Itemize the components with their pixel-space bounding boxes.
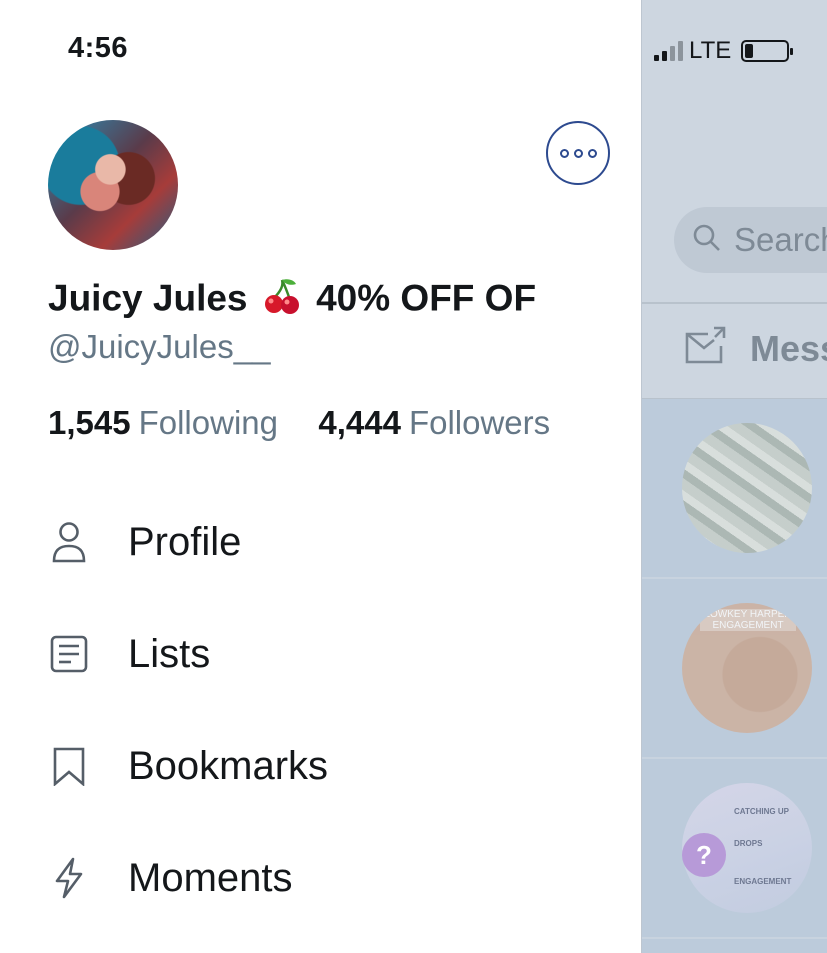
dot-icon [587, 148, 597, 158]
followers-count: 4,444 [318, 404, 401, 441]
list-item[interactable] [642, 399, 827, 579]
lightning-icon [48, 857, 90, 899]
dimmed-background-pane[interactable]: LTE Search Mess LOW [641, 0, 827, 953]
search-input[interactable]: Search [674, 207, 827, 273]
more-accounts-button[interactable] [546, 121, 610, 185]
dot-icon [559, 148, 569, 158]
menu-item-label: Bookmarks [128, 743, 329, 788]
messages-label: Mess [750, 327, 827, 369]
menu-item-profile[interactable]: Profile [48, 512, 241, 572]
following-label: Following [138, 404, 278, 441]
list-icon [48, 633, 90, 675]
menu-item-label: Moments [128, 855, 293, 900]
carrier-label: LTE [689, 37, 732, 64]
following-link[interactable]: 1,545 Following [48, 404, 278, 441]
display-name-suffix: 40% OFF OF [316, 277, 537, 319]
question-icon: ? [682, 833, 726, 877]
search-icon [692, 223, 722, 258]
cherry-emoji-icon [262, 276, 302, 325]
menu-item-lists[interactable]: Lists [48, 624, 210, 684]
messages-header[interactable]: Mess [684, 326, 827, 371]
person-icon [48, 521, 90, 563]
search-placeholder: Search [734, 221, 827, 258]
divider [642, 302, 827, 304]
new-message-icon [684, 326, 728, 371]
followers-link[interactable]: 4,444 Followers [318, 404, 550, 441]
display-name-text: Juicy Jules [48, 277, 248, 319]
display-name: Juicy Jules 40% OFF OF [48, 276, 536, 325]
status-indicators: LTE [654, 37, 794, 65]
dm-avatar: LOWKEY HARPER ENGAGEMENT [682, 603, 812, 733]
following-count: 1,545 [48, 404, 131, 441]
list-item[interactable]: LOWKEY HARPER ENGAGEMENT [642, 579, 827, 759]
dot-icon [573, 148, 583, 158]
signal-icon [654, 41, 683, 61]
preview-line: ENGAGEMENT [734, 877, 792, 886]
bookmark-icon [48, 745, 90, 787]
menu-item-label: Lists [128, 631, 211, 676]
followers-label: Followers [408, 404, 551, 441]
dm-list: LOWKEY HARPER ENGAGEMENT CATCHING UP DRO… [642, 399, 827, 953]
preview-caption: LOWKEY HARPER ENGAGEMENT [700, 609, 796, 631]
follow-stats: 1,545 Following 4,444 Followers [48, 404, 550, 442]
side-drawer: 4:56 Juicy Jules 40% OFF OF @JuicyJules_… [0, 0, 641, 953]
battery-icon [741, 40, 794, 62]
preview-line: CATCHING UP [734, 807, 789, 816]
user-handle: @JuicyJules__ [48, 328, 271, 365]
menu-item-moments[interactable]: Moments [48, 848, 293, 908]
status-time: 4:56 [68, 32, 129, 64]
menu-item-label: Profile [128, 519, 242, 564]
profile-avatar[interactable] [48, 120, 178, 250]
preview-line: DROPS [734, 839, 763, 848]
list-item[interactable]: CATCHING UP DROPS ENGAGEMENT ? [642, 759, 827, 939]
menu-item-bookmarks[interactable]: Bookmarks [48, 736, 328, 796]
dm-avatar [682, 423, 812, 553]
